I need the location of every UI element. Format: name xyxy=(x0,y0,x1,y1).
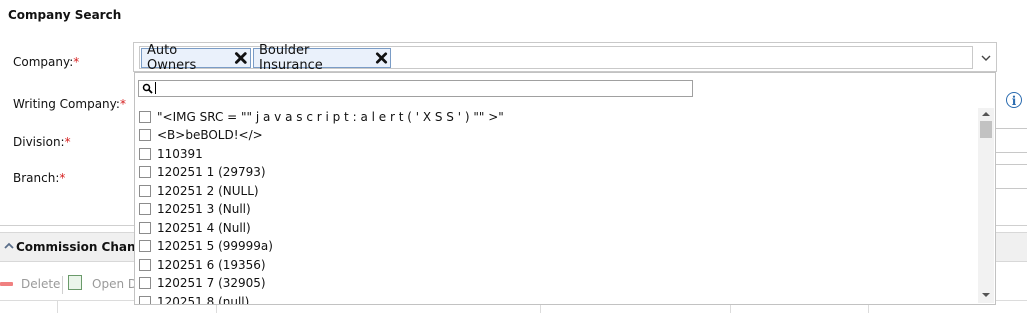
scrollbar-thumb[interactable] xyxy=(980,121,992,138)
option-label: 110391 xyxy=(157,147,203,161)
page-title: Company Search xyxy=(8,8,122,22)
toolbar-divider xyxy=(62,276,63,294)
option-list: "<IMG SRC = "" j a v a s c r i p t : a l… xyxy=(135,108,975,304)
open-document-icon xyxy=(68,275,82,290)
delete-icon xyxy=(0,282,13,286)
list-item[interactable]: "<IMG SRC = "" j a v a s c r i p t : a l… xyxy=(139,108,504,126)
selected-tag-boulder-insurance[interactable]: Boulder Insurance xyxy=(253,43,391,73)
list-item[interactable]: <B>beBOLD!</> xyxy=(139,126,263,144)
delete-button[interactable]: Delete xyxy=(21,277,60,291)
company-label-text: Company: xyxy=(13,55,74,69)
checkbox[interactable] xyxy=(139,111,151,123)
option-label: 120251 7 (32905) xyxy=(157,276,266,290)
writing-company-label: Writing Company:* xyxy=(13,97,126,111)
collapse-chevron-icon[interactable] xyxy=(3,240,15,252)
list-item[interactable]: 110391 xyxy=(139,145,203,163)
option-label: "<IMG SRC = "" j a v a s c r i p t : a l… xyxy=(157,110,504,124)
required-marker: * xyxy=(59,171,66,185)
text-caret xyxy=(155,82,156,94)
option-label: <B>beBOLD!</> xyxy=(157,128,263,142)
scroll-down-icon[interactable] xyxy=(978,289,994,301)
panel-title: Commission Change xyxy=(16,240,153,254)
option-label: 120251 1 (29793) xyxy=(157,165,266,179)
tag-label: Boulder Insurance xyxy=(259,43,323,73)
checkbox[interactable] xyxy=(139,240,151,252)
search-input[interactable] xyxy=(138,80,693,97)
close-icon[interactable] xyxy=(234,51,248,65)
option-label: 120251 5 (99999a) xyxy=(157,239,273,253)
list-item[interactable]: 120251 7 (32905) xyxy=(139,274,266,292)
required-marker: * xyxy=(119,97,126,111)
writing-company-label-text: Writing Company: xyxy=(13,97,120,111)
search-icon xyxy=(142,83,153,94)
list-item[interactable]: 120251 2 (NULL) xyxy=(139,182,259,200)
option-label: 120251 6 (19356) xyxy=(157,258,266,272)
checkbox[interactable] xyxy=(139,185,151,197)
company-label: Company:* xyxy=(13,55,79,69)
list-item[interactable]: 120251 3 (Null) xyxy=(139,200,251,218)
close-icon[interactable] xyxy=(375,51,388,65)
chevron-down-icon[interactable] xyxy=(981,54,991,62)
option-label: 120251 2 (NULL) xyxy=(157,184,259,198)
checkbox[interactable] xyxy=(139,148,151,160)
checkbox[interactable] xyxy=(139,277,151,289)
division-label-text: Division: xyxy=(13,135,65,149)
option-label: 120251 4 (Null) xyxy=(157,221,251,235)
list-item[interactable]: 120251 6 (19356) xyxy=(139,256,266,274)
open-button[interactable]: Open D xyxy=(92,277,137,291)
required-marker: * xyxy=(64,135,71,149)
checkbox[interactable] xyxy=(139,203,151,215)
info-icon[interactable]: i xyxy=(1006,92,1022,108)
grid-column-divider xyxy=(57,300,58,313)
list-item[interactable]: 120251 5 (99999a) xyxy=(139,237,273,255)
list-item[interactable]: 120251 1 (29793) xyxy=(139,163,266,181)
option-label: 120251 8 (null) xyxy=(157,295,250,304)
checkbox[interactable] xyxy=(139,129,151,141)
branch-label: Branch:* xyxy=(13,171,65,185)
selected-tag-auto-owners[interactable]: Auto Owners xyxy=(141,43,251,73)
checkbox[interactable] xyxy=(139,259,151,271)
list-item[interactable]: 120251 8 (null) xyxy=(139,293,249,304)
required-marker: * xyxy=(73,55,80,69)
branch-label-text: Branch: xyxy=(13,171,60,185)
option-label: 120251 3 (Null) xyxy=(157,202,251,216)
list-item[interactable]: 120251 4 (Null) xyxy=(139,219,251,237)
scroll-up-icon[interactable] xyxy=(978,108,994,120)
division-label: Division:* xyxy=(13,135,71,149)
tag-label: Auto Owners xyxy=(147,43,197,73)
checkbox[interactable] xyxy=(139,166,151,178)
checkbox[interactable] xyxy=(139,296,151,304)
checkbox[interactable] xyxy=(139,222,151,234)
